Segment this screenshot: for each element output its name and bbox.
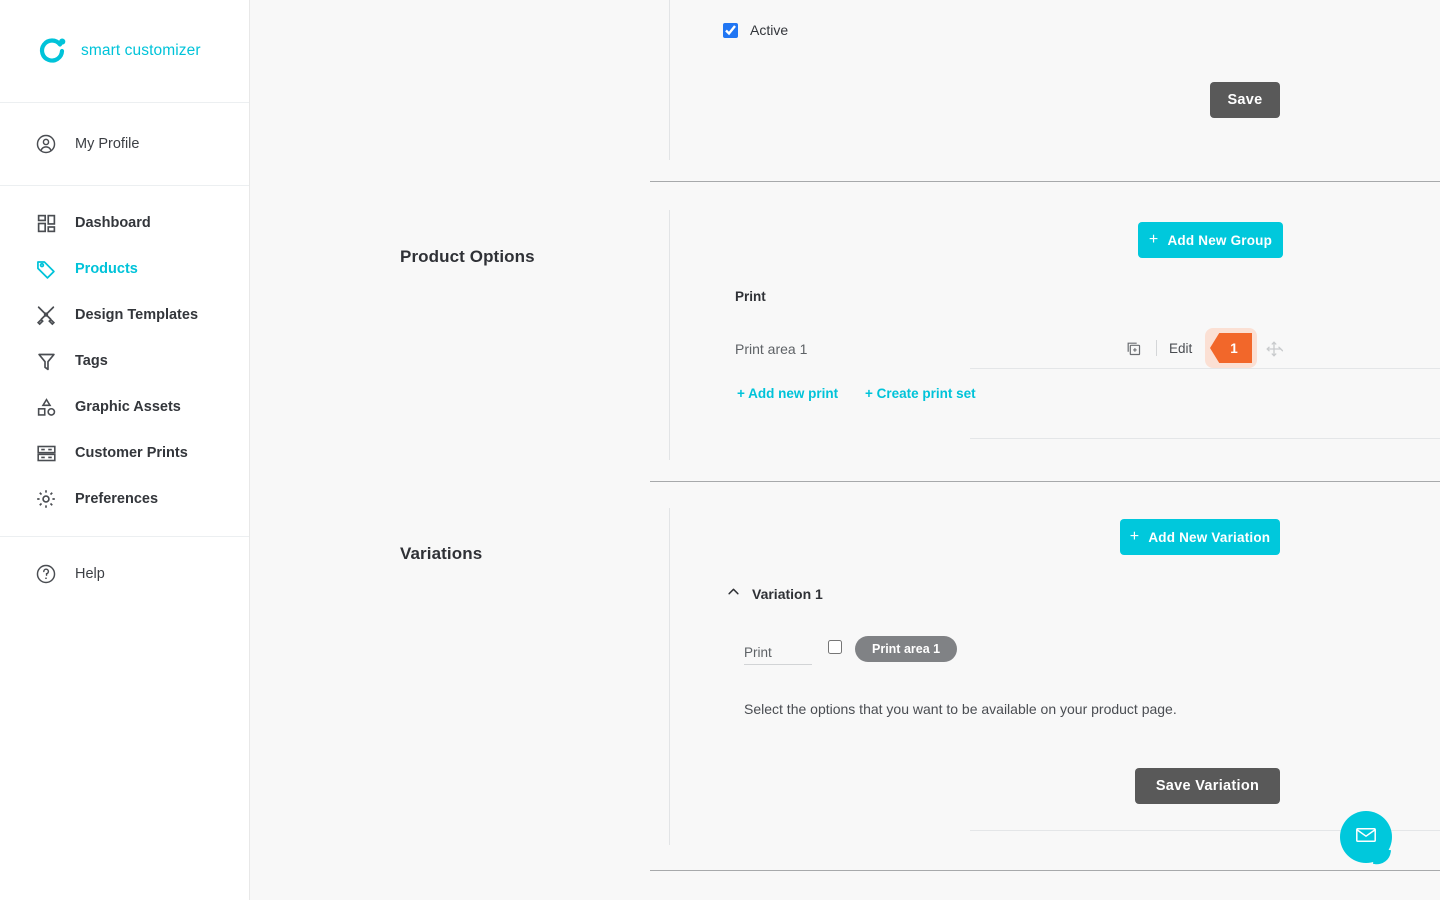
sidebar-item-my-profile[interactable]: My Profile <box>0 121 249 167</box>
sidebar-item-tags[interactable]: Tags <box>0 338 249 384</box>
product-options-bottom-rule <box>970 438 1440 439</box>
sidebar-item-products[interactable]: Products <box>0 246 249 292</box>
sidebar-item-label: Customer Prints <box>75 445 188 461</box>
app-root: smart customizer My Profile Dashboard Pr… <box>0 0 1440 900</box>
print-area-row-actions: Edit <box>1122 337 1192 359</box>
variation-option-row: Print Print area 1 <box>744 636 958 665</box>
sidebar-item-label: Preferences <box>75 491 159 507</box>
plus-icon: + <box>1148 231 1159 248</box>
user-circle-icon <box>34 132 58 156</box>
duplicate-icon[interactable] <box>1122 337 1144 359</box>
variations-title: Variations <box>400 544 483 563</box>
sidebar-item-customer-prints[interactable]: Customer Prints <box>0 430 249 476</box>
sidebar: smart customizer My Profile Dashboard Pr… <box>0 0 250 900</box>
variation-option-pill[interactable]: Print area 1 <box>855 636 958 662</box>
save-button[interactable]: Save <box>1210 82 1280 118</box>
sidebar-item-help[interactable]: Help <box>0 551 249 597</box>
sidebar-item-graphic-assets[interactable]: Graphic Assets <box>0 384 249 430</box>
brand-header[interactable]: smart customizer <box>0 0 249 103</box>
sidebar-help-group: Help <box>0 537 249 597</box>
add-new-group-button[interactable]: + Add New Group <box>1138 222 1283 258</box>
add-new-group-label: Add New Group <box>1167 232 1273 248</box>
variation-1-label: Variation 1 <box>752 586 823 602</box>
main-content: Active Save Product Options + Add New Gr… <box>250 0 1440 900</box>
sidebar-item-label: Design Templates <box>75 307 199 323</box>
customer-prints-icon <box>34 441 58 465</box>
section-divider-2 <box>650 481 1440 482</box>
variation-option-checkbox-wrap <box>828 640 842 659</box>
action-separator <box>1156 340 1157 356</box>
sidebar-item-label: Graphic Assets <box>75 399 181 415</box>
brand-name: smart customizer <box>81 42 201 59</box>
sidebar-main-group: Dashboard Products Design Templates Tags… <box>0 186 249 537</box>
sidebar-item-label: Tags <box>75 353 108 369</box>
product-options-title: Product Options <box>400 247 535 266</box>
product-options-divider <box>669 210 670 460</box>
variation-option-checkbox[interactable] <box>828 640 842 654</box>
active-checkbox-row: Active <box>723 22 788 38</box>
sidebar-item-design-templates[interactable]: Design Templates <box>0 292 249 338</box>
chevron-up-icon <box>726 584 741 604</box>
move-handle-icon[interactable] <box>1263 338 1285 360</box>
envelope-icon <box>1354 823 1378 852</box>
sidebar-item-dashboard[interactable]: Dashboard <box>0 200 249 246</box>
variations-divider <box>669 508 670 845</box>
create-print-set-link[interactable]: + Create print set <box>865 386 976 401</box>
option-group-title: Print <box>735 289 766 304</box>
step-badge: 1 <box>1205 328 1257 368</box>
plus-icon: + <box>1129 528 1140 545</box>
shapes-icon <box>34 395 58 419</box>
variation-option-name: Print <box>744 645 812 665</box>
edit-link[interactable]: Edit <box>1169 341 1192 356</box>
print-row-underline <box>970 368 1440 369</box>
design-templates-icon <box>34 303 58 327</box>
sidebar-item-label: My Profile <box>75 136 140 152</box>
active-checkbox-label: Active <box>750 22 789 38</box>
chat-widget-button[interactable] <box>1340 811 1392 863</box>
question-circle-icon <box>34 562 58 586</box>
sidebar-item-label: Help <box>75 566 105 582</box>
add-new-print-link[interactable]: + Add new print <box>737 386 838 401</box>
variation-hint-text: Select the options that you want to be a… <box>744 701 1177 717</box>
sidebar-profile-group: My Profile <box>0 103 249 186</box>
funnel-icon <box>34 349 58 373</box>
add-new-variation-label: Add New Variation <box>1148 529 1271 545</box>
print-area-row-label: Print area 1 <box>735 341 808 357</box>
variation-1-header[interactable]: Variation 1 <box>726 584 823 604</box>
dashboard-grid-icon <box>34 211 58 235</box>
sidebar-item-label: Dashboard <box>75 215 151 231</box>
section-divider-1 <box>650 181 1440 182</box>
ring-dot-logo-icon <box>36 35 68 67</box>
add-new-variation-button[interactable]: + Add New Variation <box>1120 519 1280 555</box>
tag-icon <box>34 257 58 281</box>
save-variation-button[interactable]: Save Variation <box>1135 768 1280 804</box>
sidebar-item-preferences[interactable]: Preferences <box>0 476 249 522</box>
sidebar-item-label: Products <box>75 261 138 277</box>
section-divider-top <box>669 0 670 160</box>
active-checkbox[interactable] <box>723 22 738 38</box>
section-divider-3 <box>650 870 1440 871</box>
gear-icon <box>34 487 58 511</box>
